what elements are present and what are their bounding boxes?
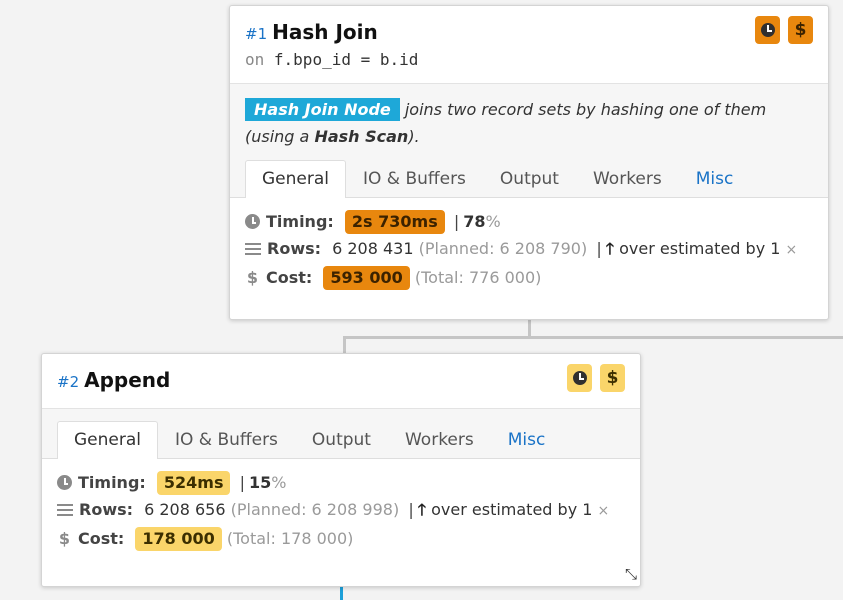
node-description: Hash Join Node joins two record sets by … — [230, 84, 828, 150]
cost-total: (Total: 776 000) — [414, 268, 542, 287]
arrow-up-icon: 🡑 — [417, 500, 427, 519]
timing-label: Timing: — [78, 473, 146, 492]
tab-misc[interactable]: Misc — [491, 421, 563, 459]
node-details: Timing: 2s 730ms | 78% Rows: 6 208 431 (P… — [230, 198, 828, 291]
description-bold: Hash Scan — [314, 127, 409, 146]
node-body: General IO & Buffers Output Workers Misc — [42, 408, 640, 459]
dollar-icon: $ — [246, 268, 259, 287]
connector-line — [343, 336, 843, 339]
node-tabs: General IO & Buffers Output Workers Misc — [230, 160, 828, 198]
cost-badge[interactable]: $ — [788, 16, 813, 44]
timing-value: 524ms — [156, 471, 231, 495]
rows-value: 6 208 656 — [144, 500, 226, 519]
rows-label: Rows: — [79, 500, 134, 519]
tab-output[interactable]: Output — [295, 421, 388, 459]
condition-keyword: on — [245, 50, 265, 69]
rows-estimate-text: over estimated by — [431, 500, 578, 519]
tab-workers[interactable]: Workers — [576, 160, 679, 198]
connector-line — [528, 318, 531, 338]
clock-icon — [57, 475, 72, 490]
cost-row: $ Cost: 178 000 (Total: 178 000) — [57, 525, 625, 552]
cost-label: Cost: — [78, 529, 125, 548]
plan-node-hash-join[interactable]: #1 Hash Join on f.bpo_id = b.id $ Hash J… — [229, 5, 829, 320]
rows-value: 6 208 431 — [332, 239, 414, 258]
rows-estimate-text: over estimated by — [619, 239, 766, 258]
cost-value: 178 000 — [135, 527, 222, 551]
node-details: Timing: 524ms | 15% Rows: 6 208 656 (Plan… — [42, 459, 640, 552]
dollar-icon: $ — [58, 529, 71, 548]
tab-workers[interactable]: Workers — [388, 421, 491, 459]
node-name: Append — [84, 368, 171, 392]
clock-icon — [572, 371, 587, 385]
plan-node-append[interactable]: #2 Append $ General IO & Buffers Output … — [41, 353, 641, 587]
node-type-tag: Hash Join Node — [245, 98, 400, 121]
node-body: Hash Join Node joins two record sets by … — [230, 83, 828, 198]
percent-sign: % — [485, 212, 501, 231]
times-sign: × — [597, 503, 610, 519]
node-number: #2 — [57, 373, 80, 391]
tab-general[interactable]: General — [245, 160, 346, 198]
rows-planned: (Planned: 6 208 998) — [230, 500, 400, 519]
timing-value: 2s 730ms — [344, 210, 445, 234]
node-number: #1 — [245, 25, 268, 43]
node-condition: on f.bpo_id = b.id — [245, 50, 813, 69]
timing-row: Timing: 524ms | 15% — [57, 469, 625, 496]
clock-icon — [245, 214, 260, 229]
condition-expression: f.bpo_id = b.id — [273, 50, 419, 69]
tab-output[interactable]: Output — [483, 160, 576, 198]
tab-general[interactable]: General — [57, 421, 158, 459]
cost-row: $ Cost: 593 000 (Total: 776 000) — [245, 264, 813, 291]
node-badges: $ — [755, 16, 813, 44]
tab-io-buffers[interactable]: IO & Buffers — [158, 421, 295, 459]
description-text-end: ). — [408, 127, 420, 146]
dollar-icon: $ — [606, 368, 619, 388]
rows-row: Rows: 6 208 656 (Planned: 6 208 998) | 🡑 … — [57, 496, 625, 525]
timing-badge[interactable] — [567, 364, 592, 392]
cost-value: 593 000 — [323, 266, 410, 290]
timing-badge[interactable] — [755, 16, 780, 44]
cost-total: (Total: 178 000) — [226, 529, 354, 548]
tab-io-buffers[interactable]: IO & Buffers — [346, 160, 483, 198]
arrow-up-icon: 🡑 — [605, 239, 615, 258]
node-badges: $ — [567, 364, 625, 392]
timing-row: Timing: 2s 730ms | 78% — [245, 208, 813, 235]
separator: | — [408, 500, 414, 519]
node-header: #1 Hash Join on f.bpo_id = b.id $ — [230, 6, 828, 69]
separator: | — [596, 239, 602, 258]
tab-misc[interactable]: Misc — [679, 160, 751, 198]
rows-row: Rows: 6 208 431 (Planned: 6 208 790) | 🡑 … — [245, 235, 813, 264]
percent-sign: % — [271, 473, 287, 492]
rows-factor: 1 — [770, 239, 781, 258]
cost-badge[interactable]: $ — [600, 364, 625, 392]
rows-label: Rows: — [267, 239, 322, 258]
node-header: #2 Append $ — [42, 354, 640, 392]
timing-percent: 15 — [248, 473, 272, 492]
times-sign: × — [785, 242, 798, 258]
rows-factor: 1 — [582, 500, 593, 519]
compress-icon[interactable]: ⤡ — [625, 565, 637, 583]
timing-label: Timing: — [266, 212, 334, 231]
node-name: Hash Join — [272, 20, 378, 44]
connector-line — [340, 586, 343, 600]
clock-icon — [760, 23, 775, 37]
node-tabs: General IO & Buffers Output Workers Misc — [42, 409, 640, 459]
timing-percent: 78 — [463, 212, 486, 231]
rows-icon — [245, 243, 261, 255]
separator: | — [239, 473, 245, 492]
rows-icon — [57, 504, 73, 516]
cost-label: Cost: — [266, 268, 313, 287]
dollar-icon: $ — [794, 20, 807, 40]
separator: | — [453, 212, 460, 231]
rows-planned: (Planned: 6 208 790) — [418, 239, 588, 258]
